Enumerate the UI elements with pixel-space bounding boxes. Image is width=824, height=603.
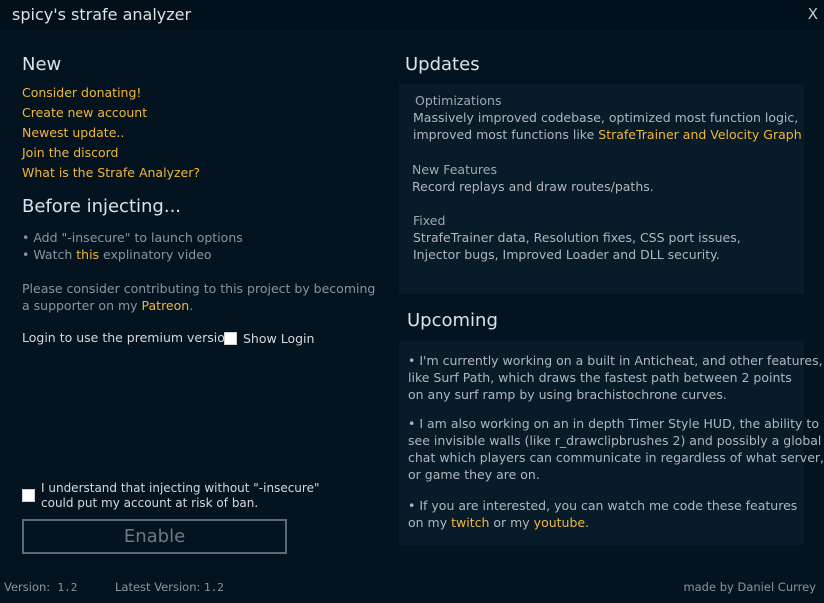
upcoming-heading: Upcoming [407,310,498,331]
join-discord-link[interactable]: Join the discord [22,145,118,160]
upcoming-p1-line-1: • I'm currently working on a built in An… [408,353,823,368]
optimizations-line-1: Massively improved codebase, optimized m… [413,110,799,125]
enable-button[interactable]: Enable [22,519,287,554]
show-login-checkbox[interactable] [224,332,237,345]
version-info: Version: 1.2 [4,580,77,594]
support-line-2: a supporter on my Patreon. [22,298,193,313]
consent-checkbox[interactable] [22,489,35,502]
version-label: Version: [4,580,51,594]
upcoming-p2-line-1: • I am also working on an in depth Timer… [408,416,819,431]
support-suffix: . [189,298,194,313]
support-line-1: Please consider contributing to this pro… [22,281,376,296]
optimizations-prefix: improved most functions like [413,127,599,142]
login-label: Login to use the premium version [22,330,233,345]
consent-line-2: could put my account at risk of ban. [41,496,259,510]
upcoming-panel: • I'm currently working on a built in An… [399,341,824,545]
upcoming-p2-line-2: see invisible walls (like r_drawclipbrus… [408,433,822,448]
what-is-analyzer-link[interactable]: What is the Strafe Analyzer? [22,165,200,180]
show-login-label[interactable]: Show Login [243,331,314,346]
fixed-line-1: StrafeTrainer data, Resolution fixes, CS… [413,230,741,245]
watch-video-line: • Watch this explinatory video [22,247,212,262]
strafetrainer-highlight: StrafeTrainer and Velocity Graph [598,127,802,142]
app-window: spicy's strafe analyzer X New Consider d… [0,0,824,603]
optimizations-line-2: improved most functions like StrafeTrain… [413,126,802,143]
insecure-instruction: • Add "-insecure" to launch options [22,230,243,245]
optimizations-title: Optimizations [415,93,502,108]
newest-update-link[interactable]: Newest update.. [22,125,124,140]
watch-suffix: explinatory video [99,247,212,262]
consent-line-1: I understand that injecting without "-in… [41,481,320,495]
consider-donating-link[interactable]: Consider donating! [22,85,141,100]
upcoming-p1-line-3: on any surf ramp by using brachistochron… [408,387,727,402]
youtube-link[interactable]: youtube [534,515,585,530]
title-bar[interactable]: spicy's strafe analyzer X [0,0,824,30]
new-heading: New [22,54,62,75]
create-account-link[interactable]: Create new account [22,105,147,120]
p3-or: or my [489,515,534,530]
video-link[interactable]: this [76,247,99,262]
upcoming-p3-line-2: on my twitch or my youtube. [408,514,589,531]
support-prefix: a supporter on my [22,298,142,313]
upcoming-p3-line-1: • If you are interested, you can watch m… [408,498,798,513]
upcoming-p1-line-2: like Surf Path, which draws the fastest … [408,370,792,385]
before-injecting-heading: Before injecting... [22,196,182,217]
updates-heading: Updates [405,54,480,75]
version-value: 1.2 [57,581,78,594]
credit-text: made by Daniel Currey [683,580,816,594]
upcoming-p2-line-4: or game they are on. [408,467,540,482]
latest-version-label: Latest Version: [115,580,201,594]
new-features-line-1: Record replays and draw routes/paths. [412,179,654,194]
upcoming-p2-line-3: chat which players can communicate in re… [408,450,824,465]
window-title: spicy's strafe analyzer [12,5,192,24]
patreon-link[interactable]: Patreon [142,298,190,313]
p3-prefix: on my [408,515,452,530]
p3-end: . [585,515,590,530]
fixed-line-2: Injector bugs, Improved Loader and DLL s… [413,247,720,262]
fixed-title: Fixed [413,213,446,228]
twitch-link[interactable]: twitch [451,515,489,530]
new-features-title: New Features [412,162,497,177]
close-button[interactable]: X [808,5,818,23]
latest-version-info: Latest Version: 1.2 [115,580,224,594]
updates-panel: Optimizations Massively improved codebas… [399,84,804,294]
latest-version-value: 1.2 [204,581,224,594]
watch-prefix: • Watch [22,247,77,262]
